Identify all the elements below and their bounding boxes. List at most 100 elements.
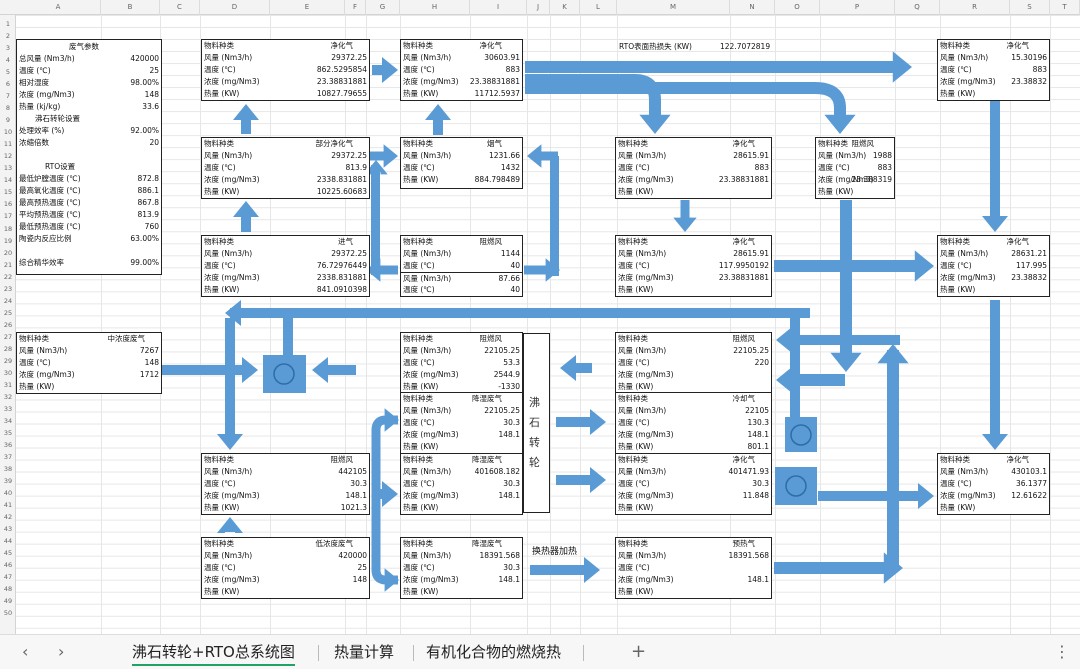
field-value-temp[interactable]: 117.9950192 [719,260,769,272]
field-value-kind[interactable]: 净化气 [1007,236,1030,248]
material-box-low_waste[interactable]: 物料种类 低浓度废气 风量 (Nm3/h) 420000 温度 (℃) 25 浓度 (mg/… [201,537,370,599]
field-value-temp[interactable]: 1432 [501,162,520,174]
material-box-clean2[interactable]: 物料种类 净化气 风量 (Nm3/h) 30603.91 温度 (℃) 883 浓度 (mg… [400,39,523,101]
tab-heat-calc[interactable]: 热量计算 [334,641,394,663]
field-value-kind[interactable]: 降湿废气 [472,393,502,405]
field-value-conc[interactable]: 2338.831881 [317,174,367,186]
field-value-temp[interactable]: 862.5295854 [317,64,367,76]
tab-combustion-heat[interactable]: 有机化合物的燃烧热 [426,641,561,663]
field-value-heat[interactable]: 10827.79655 [317,88,367,100]
field-value-temp[interactable]: 130.3 [748,417,769,429]
field-value-flow[interactable]: 18391.568 [479,550,520,562]
field-value-flow[interactable]: 29372.25 [331,52,367,64]
field-value-temp[interactable]: 813.9 [346,162,367,174]
field-value-kind[interactable]: 预热气 [733,538,756,550]
field-value-kind[interactable]: 净化气 [331,40,354,52]
field-value-heat[interactable]: 11712.5937 [475,88,520,100]
field-value-temp[interactable]: 117.995 [1016,260,1047,272]
field-value-flow[interactable]: 401608.182 [475,466,520,478]
field-value-flow[interactable]: 1988 [873,150,892,162]
field-value-temp[interactable]: 883 [1033,64,1047,76]
field-value-flow[interactable]: 29372.25 [331,248,367,260]
field-value-temp[interactable]: 883 [506,64,520,76]
field-value-flow[interactable]: 30603.91 [484,52,520,64]
material-box-inlet[interactable]: 物料种类 进气 风量 (Nm3/h) 29372.25 温度 (℃) 76.7297644… [201,235,370,297]
field-value-conc[interactable]: 148.1 [499,490,520,502]
field-value-conc[interactable]: 2338.831881 [317,272,367,284]
material-box-mid_waste[interactable]: 物料种类 中浓度废气 风量 (Nm3/h) 7267 温度 (℃) 148 浓度 (mg/N… [16,332,162,394]
field-value-conc[interactable]: 23.38832 [1011,272,1047,284]
field-value-kind[interactable]: 净化气 [733,454,756,466]
material-box-clean_m1[interactable]: 物料种类 净化气 风量 (Nm3/h) 28615.91 温度 (℃) 883 浓度 (mg… [615,137,772,199]
field-value-kind[interactable]: 进气 [338,236,353,248]
field-value-heat[interactable]: 10225.60683 [317,186,367,198]
field-value-kind[interactable]: 中浓度废气 [108,333,146,345]
field-value-flow[interactable]: 28631.21 [1011,248,1047,260]
field-value-conc[interactable]: 148.1 [748,574,769,586]
material-box-clean_r2[interactable]: 物料种类 净化气 风量 (Nm3/h) 28631.21 温度 (℃) 117.995 浓度… [937,235,1050,297]
field-value-flow[interactable]: 442105 [338,466,367,478]
field-value-conc[interactable]: 23.38831881 [470,76,520,88]
field-value-heat[interactable]: 884.798489 [475,174,520,186]
field-value-temp[interactable]: 30.3 [503,562,520,574]
prev-sheet-icon[interactable]: ‹ [22,640,28,664]
field-value-flow[interactable]: 28615.91 [733,150,769,162]
field-value-kind[interactable]: 净化气 [480,40,503,52]
material-box-clean_m2[interactable]: 物料种类 净化气 风量 (Nm3/h) 28615.91 温度 (℃) 117.99501… [615,235,772,297]
field-value-kind[interactable]: 部分净化气 [316,138,354,150]
field-value-heat[interactable]: 1021.3 [341,502,367,514]
field-value-conc[interactable]: 11.848 [743,490,769,502]
field-value-temp[interactable]: 25 [357,562,367,574]
field-value-flow[interactable]: 15.30196 [1011,52,1047,64]
field-value-conc[interactable]: 1712 [140,369,159,381]
field-value[interactable]: 40 [510,260,520,272]
field-value-conc[interactable]: 23.388319 [851,174,892,186]
field-value-flow[interactable]: 420000 [338,550,367,562]
field-value-flow[interactable]: 1231.66 [489,150,520,162]
field-value-conc[interactable]: 23.38831881 [719,272,769,284]
field-value-flow[interactable]: 7267 [140,345,159,357]
field-value-kind[interactable]: 阻燃风 [480,333,503,345]
field-value-kind[interactable]: 净化气 [733,236,756,248]
field-value[interactable]: 1144 [501,248,520,260]
field-value-heat[interactable]: 841.0910398 [317,284,367,296]
field-value-conc[interactable]: 2544.9 [494,369,520,381]
field-value-flow[interactable]: 22105.25 [733,345,769,357]
field-value-conc[interactable]: 148.1 [346,490,367,502]
material-box-clean1[interactable]: 物料种类 净化气 风量 (Nm3/h) 29372.25 温度 (℃) 862.52958… [201,39,370,101]
field-value-conc[interactable]: 12.61622 [1011,490,1047,502]
field-value-kind[interactable]: 阻燃风 [733,333,756,345]
field-value-conc[interactable]: 23.38832 [1011,76,1047,88]
field-value-conc[interactable]: 148.1 [748,429,769,441]
material-box-clean_r3[interactable]: 物料种类 净化气 风量 (Nm3/h) 430103.1 温度 (℃) 36.1377 浓度… [937,453,1050,515]
material-box-clean_m4[interactable]: 物料种类 净化气 风量 (Nm3/h) 401471.93 温度 (℃) 30.3 浓度 (… [615,453,772,515]
field-value-temp[interactable]: 883 [755,162,769,174]
field-value-flow[interactable]: 18391.568 [728,550,769,562]
more-icon[interactable]: ⋮ [1054,640,1070,664]
field-value-temp[interactable]: 30.3 [350,478,367,490]
field-value-kind[interactable]: 冷却气 [733,393,756,405]
tab-system-diagram[interactable]: 沸石转轮+RTO总系统图 [132,641,295,666]
field-value-temp[interactable]: 30.3 [752,478,769,490]
field-value-kind[interactable]: 降湿废气 [472,538,502,550]
field-value-temp[interactable]: 148 [145,357,159,369]
field-value-conc[interactable]: 148.1 [499,574,520,586]
field-value-flow[interactable]: 22105.25 [484,345,520,357]
field-value-temp[interactable]: 76.72976449 [317,260,367,272]
next-sheet-icon[interactable]: › [58,640,64,664]
field-value-temp[interactable]: 30.3 [503,478,520,490]
field-value-temp[interactable]: 883 [878,162,892,174]
material-box-fire_m3[interactable]: 物料种类 阻燃风 风量 (Nm3/h) 22105.25 温度 (℃) 220 浓度 (mg… [615,332,772,394]
field-value-kind[interactable]: 净化气 [1007,40,1030,52]
field-value-conc[interactable]: 148 [353,574,367,586]
material-box-dehum2[interactable]: 物料种类 降湿废气 风量 (Nm3/h) 18391.568 温度 (℃) 30.3 浓度 … [400,537,523,599]
field-value-kind[interactable]: 烟气 [487,138,502,150]
field-value-flow[interactable]: 22105 [745,405,769,417]
material-box-flue[interactable]: 物料种类 烟气 风量 (Nm3/h) 1231.66 温度 (℃) 1432 热量 (KW)… [400,137,523,189]
field-value-temp[interactable]: 36.1377 [1016,478,1047,490]
field-value-kind[interactable]: 阻燃风 [331,454,354,466]
material-box-partial[interactable]: 物料种类 部分净化气 风量 (Nm3/h) 29372.25 温度 (℃) 813.9 浓度… [201,137,370,199]
field-value-flow[interactable]: 29372.25 [331,150,367,162]
material-box-cooling[interactable]: 物料种类 冷却气 风量 (Nm3/h) 22105 温度 (℃) 130.3 浓度 (mg/… [615,392,772,454]
field-value-flow[interactable]: 401471.93 [728,466,769,478]
